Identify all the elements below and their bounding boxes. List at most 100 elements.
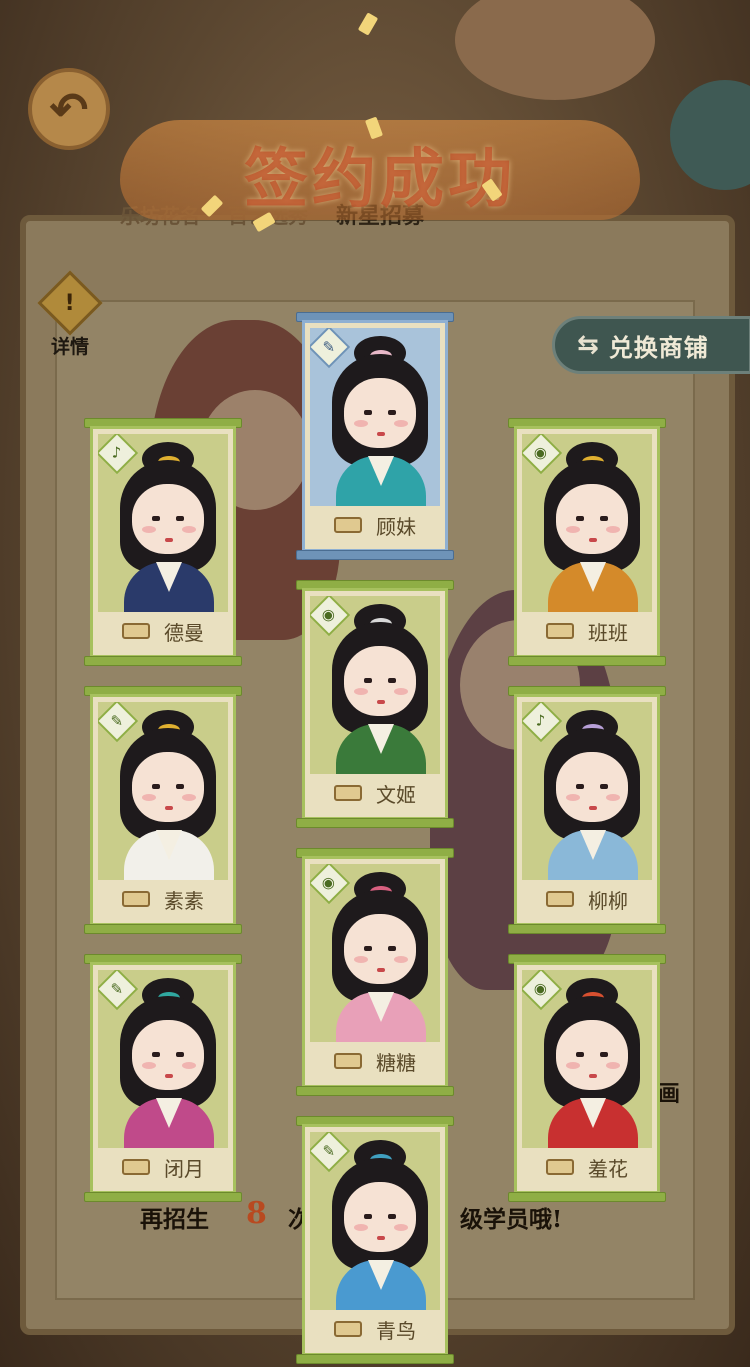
eye [388,410,396,415]
details-label: 详情 [50,336,89,358]
lips [165,806,173,810]
face [344,914,416,984]
character-name: 顾妹 [376,514,416,539]
hint-count: 8 [246,1196,267,1231]
character-card[interactable]: ✎ 闭月 [84,954,242,1202]
blush [394,956,408,963]
card-panel: ✎ 顾妹 [302,320,448,552]
card-panel: ◉ 羞花 [514,962,660,1194]
scroll-rod [296,1086,454,1096]
character-portrait: ♪ [98,434,228,612]
character-portrait: ✎ [310,328,440,506]
character-card[interactable]: ✎ 青鸟 [296,1116,454,1364]
blush [606,1062,620,1069]
blush [606,794,620,801]
pipa-lute-icon: ♪ [98,434,139,475]
hint-prefix: 再招生 [140,1206,209,1233]
eye [364,678,372,683]
lips [377,1236,385,1240]
character-card[interactable]: ✎ 顾妹 [296,312,454,560]
card-name-bar: 顾妹 [310,506,440,544]
character-card[interactable]: ◉ 文姬 [296,580,454,828]
scroll-rod [296,1354,454,1364]
character-portrait: ♪ [522,702,652,880]
lips [589,1074,597,1078]
character-card[interactable]: ◉ 班班 [508,418,666,666]
character-card[interactable]: ◉ 糖糖 [296,848,454,1096]
eye [600,1052,608,1057]
exchange-shop-button[interactable]: ⇆ 兑换商铺 [552,316,750,374]
face [132,752,204,822]
face [344,646,416,716]
blush [566,526,580,533]
lips [165,1074,173,1078]
face [344,378,416,448]
eye [388,946,396,951]
blush [566,1062,580,1069]
character-portrait: ✎ [98,970,228,1148]
exchange-shop-label: 兑换商铺 [608,332,709,362]
brush-pen-icon: ✎ [310,328,351,369]
character-name: 素素 [164,888,204,913]
character-name: 文姬 [376,782,416,807]
card-panel: ♪ 德曼 [90,426,236,658]
scroll-icon [546,891,574,907]
card-name-bar: 糖糖 [310,1042,440,1080]
scroll-icon [334,785,362,801]
card-name-bar: 素素 [98,880,228,918]
character-name: 闭月 [164,1156,204,1181]
eye [364,410,372,415]
character-card[interactable]: ♪ 柳柳 [508,686,666,934]
character-name: 糖糖 [376,1050,416,1075]
blush [142,1062,156,1069]
background-plate [670,80,750,190]
card-panel: ◉ 班班 [514,426,660,658]
scroll-icon [122,623,150,639]
back-button[interactable]: ↶ [28,68,110,150]
details-button[interactable]: ! 详情 [37,270,103,359]
blush [354,956,368,963]
exchange-arrows-icon: ⇆ [577,330,599,360]
blush [182,526,196,533]
scroll-icon [334,1321,362,1337]
pipa-lute-icon: ♪ [522,702,563,743]
blush [606,526,620,533]
character-name: 德曼 [164,620,204,645]
blush [142,526,156,533]
scroll-rod [84,924,242,934]
eye [364,1214,372,1219]
card-name-bar: 柳柳 [522,880,652,918]
drum-icon: ◉ [310,596,351,637]
card-name-bar: 闭月 [98,1148,228,1186]
sign-success-banner: 签约成功 [120,90,640,240]
face [132,484,204,554]
character-card[interactable]: ✎ 素素 [84,686,242,934]
scroll-icon [546,623,574,639]
eye [176,516,184,521]
scroll-rod [508,924,666,934]
blush [394,688,408,695]
scroll-icon [122,891,150,907]
card-name-bar: 文姬 [310,774,440,812]
background-plate [455,0,655,100]
hint-suffix: 级学员哦! [460,1206,563,1233]
character-card[interactable]: ♪ 德曼 [84,418,242,666]
character-portrait: ◉ [522,434,652,612]
card-panel: ◉ 糖糖 [302,856,448,1088]
card-name-bar: 青鸟 [310,1310,440,1348]
back-arrow-icon: ↶ [49,83,89,135]
eye [176,1052,184,1057]
character-card[interactable]: ◉ 羞花 [508,954,666,1202]
lips [165,538,173,542]
blush [394,420,408,427]
lips [377,968,385,972]
character-name: 柳柳 [588,888,628,913]
card-panel: ✎ 青鸟 [302,1124,448,1356]
eye [576,784,584,789]
card-name-bar: 羞花 [522,1148,652,1186]
drum-icon: ◉ [522,434,563,475]
eye [176,784,184,789]
card-panel: ♪ 柳柳 [514,694,660,926]
scroll-rod [84,1192,242,1202]
eye [600,784,608,789]
